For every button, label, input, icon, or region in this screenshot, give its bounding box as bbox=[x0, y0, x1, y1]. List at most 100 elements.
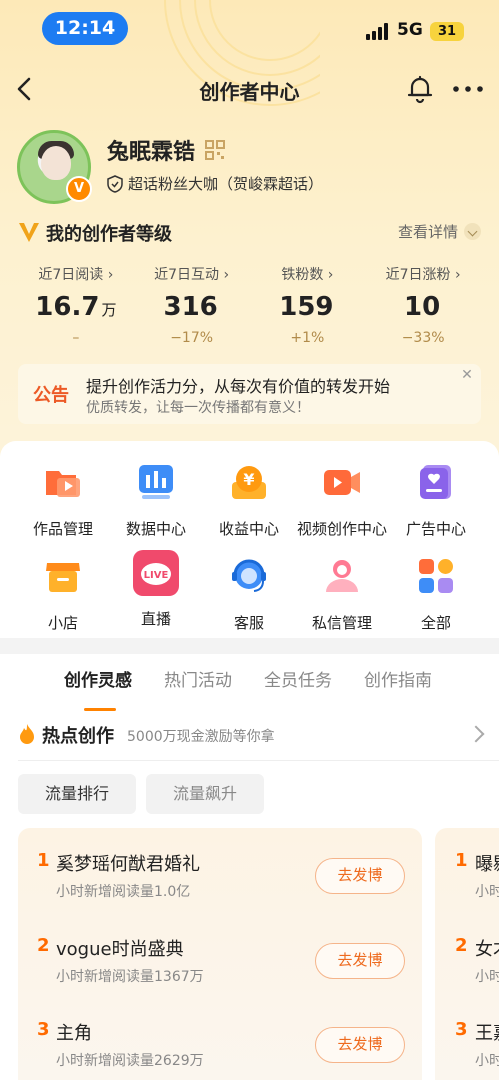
stat-weekly-reads[interactable]: 近7日阅读 › 16.7 万 – bbox=[18, 264, 134, 354]
stat-label: 近7日涨粉 › bbox=[385, 267, 461, 283]
tool-label: 视频创作中心 bbox=[296, 520, 387, 538]
post-button[interactable]: 去发博 bbox=[315, 1027, 405, 1063]
works-icon bbox=[46, 471, 80, 497]
tool-income-center[interactable]: ¥ 收益中心 bbox=[201, 462, 297, 539]
role-text: 超话粉丝大咖（贺峻霖超话） bbox=[128, 175, 324, 193]
message-icon bbox=[326, 560, 358, 592]
active-tab-indicator bbox=[84, 708, 116, 711]
tab-bar: 创作灵感 热门活动 全员任务 创作指南 bbox=[0, 666, 499, 711]
rank-number: 2 bbox=[37, 935, 50, 956]
tool-live[interactable]: LIVE 直播 bbox=[108, 550, 204, 629]
role-line[interactable]: 超话粉丝大咖（贺峻霖超话） bbox=[107, 173, 323, 194]
divider bbox=[18, 760, 499, 761]
list-item[interactable]: 3 主角 小时新增阅读量2629万 去发博 bbox=[18, 1015, 422, 1075]
tool-ad-center[interactable]: 广告中心 bbox=[388, 462, 484, 539]
all-icon bbox=[419, 559, 453, 593]
section-divider bbox=[0, 638, 499, 654]
close-icon[interactable]: ✕ bbox=[459, 367, 475, 383]
signal-icon bbox=[366, 22, 388, 40]
topic-reads: 小时新增阅读量1367万 bbox=[56, 969, 204, 985]
tool-label: 客服 bbox=[233, 614, 264, 632]
stat-value: 316 bbox=[163, 292, 218, 322]
inspiration-section: 创作灵感 热门活动 全员任务 创作指南 热点创作 5000万现金激励等你拿 流量… bbox=[0, 654, 499, 1080]
stat-change: −17% bbox=[170, 330, 214, 346]
topic-title: 曝剔 bbox=[475, 854, 499, 875]
rank-number: 1 bbox=[37, 850, 50, 871]
tab-all-member-tasks[interactable]: 全员任务 bbox=[264, 666, 332, 691]
list-item[interactable]: 1 奚梦瑶何猷君婚礼 小时新增阅读量1.0亿 去发博 bbox=[18, 846, 422, 906]
chevron-right-icon bbox=[467, 725, 485, 743]
tool-label: 私信管理 bbox=[311, 614, 372, 632]
list-item[interactable]: 2 vogue时尚盛典 小时新增阅读量1367万 去发博 bbox=[18, 931, 422, 991]
chevron-down-icon bbox=[464, 223, 481, 240]
view-details-link[interactable]: 查看详情 bbox=[398, 221, 481, 242]
announcement-tag: 公告 bbox=[33, 385, 69, 406]
video-icon bbox=[324, 470, 360, 495]
tab-creation-guide[interactable]: 创作指南 bbox=[364, 666, 432, 691]
stat-value: 16.7 万 bbox=[35, 292, 117, 322]
stat-change: −33% bbox=[401, 330, 445, 346]
chip-traffic-surge[interactable]: 流量飙升 bbox=[146, 774, 264, 814]
topic-title: vogue时尚盛典 bbox=[56, 939, 184, 960]
tool-shop[interactable]: 小店 bbox=[15, 556, 111, 633]
service-icon bbox=[232, 559, 266, 592]
tool-works-management[interactable]: 作品管理 bbox=[15, 462, 111, 539]
tool-all[interactable]: 全部 bbox=[388, 556, 484, 633]
tab-hot-events[interactable]: 热门活动 bbox=[164, 666, 232, 691]
stat-weekly-new-fans[interactable]: 近7日涨粉 › 10 −33% bbox=[365, 264, 481, 354]
top-nav: 创作者中心 bbox=[0, 64, 499, 114]
topic-reads: 小时新增阅读量2629万 bbox=[56, 1053, 204, 1069]
post-button[interactable]: 去发博 bbox=[315, 858, 405, 894]
qr-code-icon[interactable] bbox=[205, 140, 225, 160]
topic-reads: 小时 bbox=[475, 1053, 499, 1069]
rank-number: 1 bbox=[455, 850, 468, 871]
tool-data-center[interactable]: 数据中心 bbox=[108, 462, 204, 539]
view-details-label: 查看详情 bbox=[397, 223, 458, 241]
stat-weekly-interactions[interactable]: 近7日互动 › 316 −17% bbox=[134, 264, 250, 354]
username: 兔眠霖锆 bbox=[107, 140, 196, 165]
rank-number: 3 bbox=[455, 1019, 468, 1040]
status-bar: 12:14 5G 31 bbox=[0, 0, 499, 58]
battery-icon: 31 bbox=[430, 22, 464, 41]
more-icon[interactable] bbox=[450, 74, 486, 104]
svg-text:LIVE: LIVE bbox=[144, 570, 169, 581]
topic-title: 主角 bbox=[56, 1023, 92, 1044]
stats-row: 近7日阅读 › 16.7 万 – 近7日互动 › 316 −17% 铁粉数 › 1… bbox=[18, 264, 481, 354]
announcement-title: 提升创作活力分，从每次有价值的转发开始 bbox=[86, 377, 391, 396]
tool-label: 数据中心 bbox=[125, 520, 186, 538]
rank-number: 3 bbox=[37, 1019, 50, 1040]
tool-customer-service[interactable]: 客服 bbox=[201, 556, 297, 633]
shop-icon bbox=[46, 563, 80, 592]
live-icon: LIVE bbox=[133, 550, 179, 596]
tab-creative-inspiration[interactable]: 创作灵感 bbox=[64, 666, 132, 691]
hot-list-card-next[interactable]: 1 曝剔 小时 2 女才 小时 3 王嘉 小时 bbox=[435, 828, 499, 1080]
announcement-banner[interactable]: 公告 提升创作活力分，从每次有价值的转发开始 优质转发，让每一次传播都有意义！ … bbox=[18, 364, 481, 424]
topic-title: 王嘉 bbox=[475, 1023, 499, 1044]
hot-creation-header[interactable]: 热点创作 5000万现金激励等你拿 bbox=[18, 720, 485, 750]
income-icon: ¥ bbox=[232, 466, 266, 499]
stat-label: 铁粉数 › bbox=[281, 267, 334, 283]
stat-loyal-fans[interactable]: 铁粉数 › 159 +1% bbox=[250, 264, 366, 354]
stat-label: 近7日互动 › bbox=[154, 267, 230, 283]
verified-badge: V bbox=[66, 176, 92, 202]
tool-label: 收益中心 bbox=[218, 520, 279, 538]
flame-icon bbox=[20, 724, 34, 744]
tool-message-management[interactable]: 私信管理 bbox=[294, 556, 390, 633]
network-label: 5G bbox=[397, 20, 423, 40]
stat-label: 近7日阅读 › bbox=[38, 267, 114, 283]
shield-icon bbox=[107, 174, 123, 193]
tool-video-center[interactable]: 视频创作中心 bbox=[294, 462, 390, 539]
svg-text:¥: ¥ bbox=[243, 470, 254, 489]
topic-reads: 小时 bbox=[475, 884, 499, 900]
tool-label: 全部 bbox=[420, 614, 451, 632]
stat-change: +1% bbox=[290, 330, 325, 346]
creator-level-row: 我的创作者等级 查看详情 bbox=[18, 218, 481, 246]
bell-icon[interactable] bbox=[406, 74, 434, 104]
tool-label: 广告中心 bbox=[405, 520, 466, 538]
chip-traffic-ranking[interactable]: 流量排行 bbox=[18, 774, 136, 814]
announcement-subtitle: 优质转发，让每一次传播都有意义！ bbox=[86, 400, 310, 416]
topic-title: 女才 bbox=[475, 939, 499, 960]
post-button[interactable]: 去发博 bbox=[315, 943, 405, 979]
hot-creation-title: 热点创作 bbox=[42, 726, 114, 747]
stat-change: – bbox=[72, 330, 80, 346]
